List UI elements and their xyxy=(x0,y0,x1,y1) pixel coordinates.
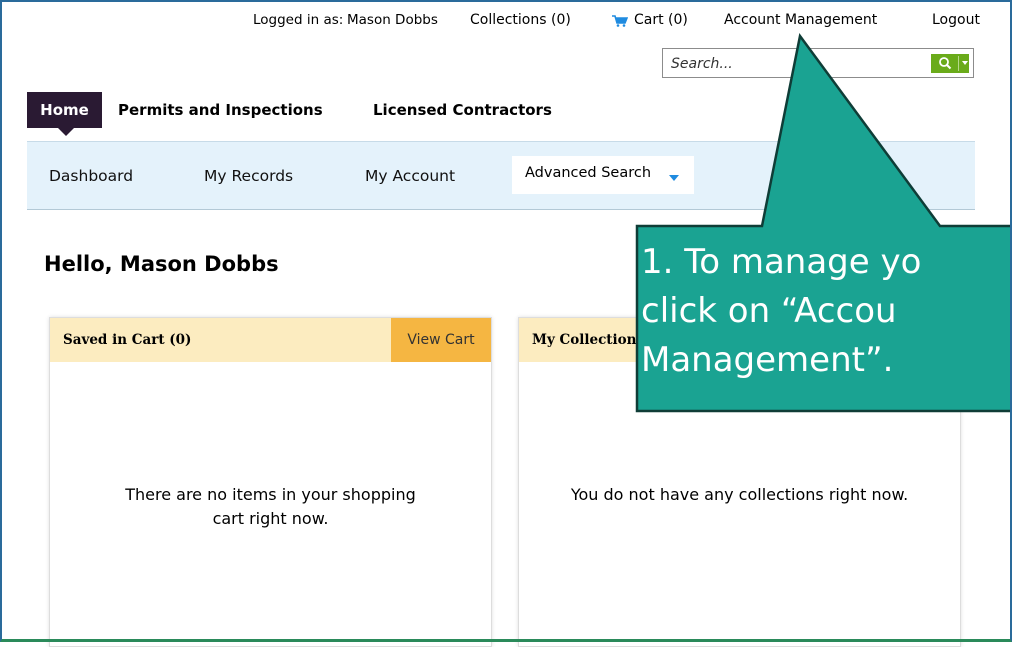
global-search xyxy=(662,48,974,78)
tab-licensed-contractors[interactable]: Licensed Contractors xyxy=(373,92,552,128)
callout-line: Management”. xyxy=(641,340,894,380)
caret-down-icon xyxy=(669,175,679,181)
callout-line: 1. To manage yo xyxy=(641,242,922,282)
search-button-divider xyxy=(958,56,959,71)
tab-home[interactable]: Home xyxy=(27,92,102,136)
panel-header: Saved in Cart (0) View Cart xyxy=(50,318,491,362)
logged-in-label: Logged in as: xyxy=(253,12,344,28)
logged-in-user: Mason Dobbs xyxy=(347,12,438,28)
empty-cart-message: There are no items in your shopping cart… xyxy=(125,485,416,528)
collections-link[interactable]: Collections (0) xyxy=(470,12,571,28)
search-button[interactable] xyxy=(931,54,969,73)
logout-link[interactable]: Logout xyxy=(932,12,980,28)
shopping-cart-icon xyxy=(612,15,628,27)
advanced-search-label: Advanced Search xyxy=(525,165,652,181)
search-icon xyxy=(939,57,952,70)
panel-title: My Collection xyxy=(532,332,637,348)
advanced-search-dropdown[interactable]: Advanced Search xyxy=(512,156,694,194)
sub-navigation: Dashboard My Records My Account Advanced… xyxy=(27,141,975,210)
view-cart-button[interactable]: View Cart xyxy=(391,318,491,362)
callout-line: click on “Accou xyxy=(641,291,897,331)
page-greeting: Hello, Mason Dobbs xyxy=(44,252,279,276)
tab-permits-and-inspections[interactable]: Permits and Inspections xyxy=(118,92,323,128)
search-input[interactable] xyxy=(669,53,923,75)
chevron-down-icon[interactable] xyxy=(962,61,968,65)
saved-in-cart-panel: Saved in Cart (0) View Cart There are no… xyxy=(49,317,492,647)
cart-link-label: Cart (0) xyxy=(634,12,688,28)
subnav-dashboard[interactable]: Dashboard xyxy=(49,167,133,185)
tutorial-callout-text: 1. To manage yo click on “Accou Manageme… xyxy=(637,226,1012,423)
account-management-link[interactable]: Account Management xyxy=(724,12,877,28)
empty-collections-message: You do not have any collections right no… xyxy=(570,485,909,504)
subnav-my-account[interactable]: My Account xyxy=(365,167,455,185)
panel-title: Saved in Cart (0) xyxy=(63,332,192,348)
subnav-my-records[interactable]: My Records xyxy=(204,167,293,185)
